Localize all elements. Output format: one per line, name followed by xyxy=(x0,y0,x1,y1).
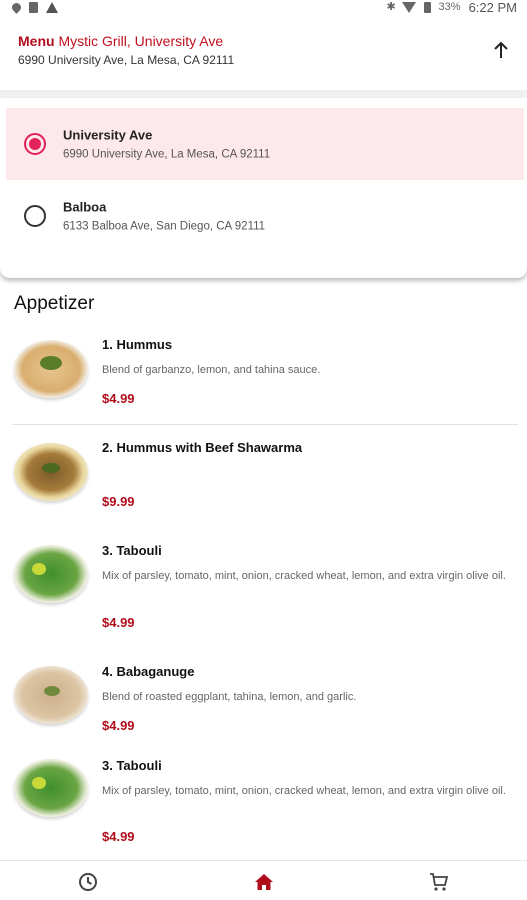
menu-item-hummus-shawarma[interactable]: 2. Hummus with Beef Shawarma $9.99 xyxy=(0,437,527,527)
warning-icon xyxy=(46,1,58,13)
menu-item-tabouli[interactable]: 3. Tabouli Mix of parsley, tomato, mint,… xyxy=(0,756,527,856)
location-address: 6133 Balboa Ave, San Diego, CA 92111 xyxy=(63,220,266,233)
radio-dot xyxy=(29,138,41,150)
menu-header[interactable]: Menu Mystic Grill, University Ave 6990 U… xyxy=(0,24,527,90)
item-description: Blend of garbanzo, lemon, and tahina sau… xyxy=(102,364,321,376)
item-description: Mix of parsley, tomato, mint, onion, cra… xyxy=(102,570,506,582)
nav-cart-button[interactable] xyxy=(426,871,452,893)
wifi-icon xyxy=(401,1,416,13)
status-bar: ✱ 33% 6:22 PM xyxy=(0,0,527,15)
tabouli-image xyxy=(14,759,88,817)
nav-history-button[interactable] xyxy=(75,871,101,893)
location-text: University Ave 6990 University Ave, La M… xyxy=(63,128,270,161)
item-price: $4.99 xyxy=(102,615,135,630)
item-name: 4. Babaganuge xyxy=(102,664,195,679)
clock-time: 6:22 PM xyxy=(468,0,517,15)
location-option-university[interactable]: University Ave 6990 University Ave, La M… xyxy=(6,108,524,180)
item-name: 2. Hummus with Beef Shawarma xyxy=(102,440,303,455)
location-icon xyxy=(10,0,23,14)
restaurant-location: Mystic Grill, University Ave xyxy=(58,33,224,49)
bluetooth-icon: ✱ xyxy=(386,0,396,13)
status-bar-right: ✱ 33% 6:22 PM xyxy=(387,0,517,15)
divider xyxy=(12,424,518,425)
cart-icon xyxy=(430,873,449,891)
home-icon xyxy=(255,874,273,890)
hummus-image xyxy=(14,340,88,398)
header-title: Menu Mystic Grill, University Ave xyxy=(18,32,509,50)
location-address: 6990 University Ave, La Mesa, CA 92111 xyxy=(63,148,271,161)
item-price: $4.99 xyxy=(102,829,135,844)
radio-button[interactable] xyxy=(24,205,46,227)
babaganuge-image xyxy=(14,666,88,724)
header-address: 6990 University Ave, La Mesa, CA 92111 xyxy=(18,53,235,67)
item-price: $4.99 xyxy=(102,718,135,733)
location-text: Balboa 6133 Balboa Ave, San Diego, CA 92… xyxy=(63,200,265,233)
item-description: Mix of parsley, tomato, mint, onion, cra… xyxy=(102,785,506,797)
item-description: Blend of roasted eggplant, tahina, lemon… xyxy=(102,691,357,703)
arrow-up-icon xyxy=(494,41,508,58)
item-name: 1. Hummus xyxy=(102,337,173,352)
bottom-navigation xyxy=(0,860,527,900)
menu-item-tabouli[interactable]: 3. Tabouli Mix of parsley, tomato, mint,… xyxy=(0,541,527,641)
battery-icon xyxy=(423,1,431,13)
menu-item-babaganuge[interactable]: 4. Babaganuge Blend of roasted eggplant,… xyxy=(0,662,527,742)
status-bar-left xyxy=(10,0,58,14)
collapse-button[interactable] xyxy=(487,36,515,64)
clock-icon xyxy=(79,873,97,891)
location-picker: University Ave 6990 University Ave, La M… xyxy=(0,98,527,278)
location-option-balboa[interactable]: Balboa 6133 Balboa Ave, San Diego, CA 92… xyxy=(6,180,524,252)
tabouli-image xyxy=(14,545,88,603)
item-name: 3. Tabouli xyxy=(102,758,162,773)
sd-card-icon xyxy=(29,1,38,13)
location-name: University Ave xyxy=(63,127,153,143)
item-price: $9.99 xyxy=(102,494,135,509)
section-title: Appetizer xyxy=(14,293,95,314)
item-price: $4.99 xyxy=(102,391,135,406)
battery-percent: 33% xyxy=(438,1,461,13)
menu-item-hummus[interactable]: 1. Hummus Blend of garbanzo, lemon, and … xyxy=(0,334,527,424)
menu-label: Menu xyxy=(18,33,55,49)
nav-home-button[interactable] xyxy=(251,871,277,893)
radio-button-selected[interactable] xyxy=(24,133,46,155)
hummus-shawarma-image xyxy=(14,443,88,501)
item-name: 3. Tabouli xyxy=(102,543,162,558)
location-name: Balboa xyxy=(63,199,107,215)
